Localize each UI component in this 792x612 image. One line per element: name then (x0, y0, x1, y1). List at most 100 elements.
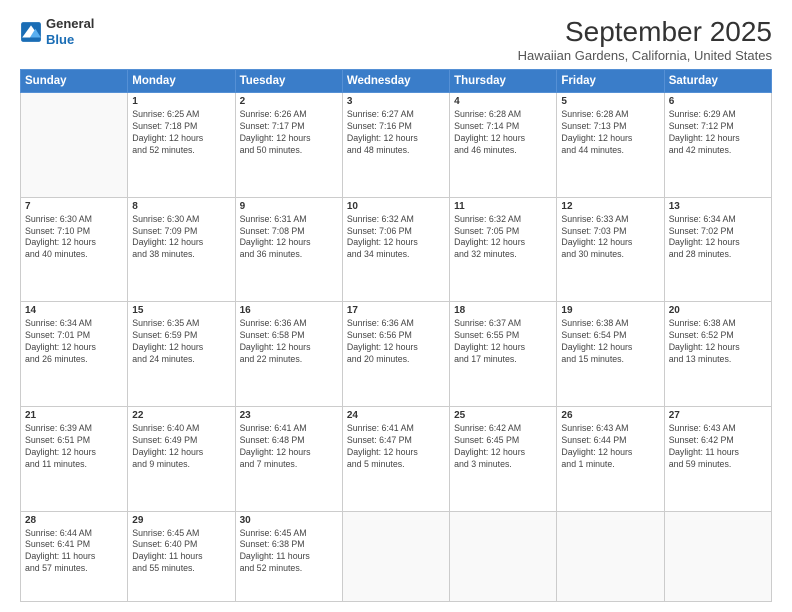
day-number: 10 (347, 201, 445, 212)
cell-sun-info: Sunrise: 6:28 AM Sunset: 7:14 PM Dayligh… (454, 109, 552, 157)
week-row-4: 21Sunrise: 6:39 AM Sunset: 6:51 PM Dayli… (21, 406, 772, 511)
calendar-cell: 6 Sunrise: 6:29 AM Sunset: 7:12 PM Daylig… (664, 93, 771, 198)
weekday-header-monday: Monday (128, 70, 235, 93)
day-number: 6 (669, 96, 767, 107)
calendar-cell: 15 Sunrise: 6:35 AM Sunset: 6:59 PM Dayli… (128, 302, 235, 407)
month-title: September 2025 (518, 16, 772, 48)
day-number: 25 (454, 410, 552, 421)
calendar-cell: 10 Sunrise: 6:32 AM Sunset: 7:06 PM Dayli… (342, 197, 449, 302)
cell-sun-info: Sunrise: 6:28 AM Sunset: 7:13 PM Dayligh… (561, 109, 659, 157)
weekday-header-tuesday: Tuesday (235, 70, 342, 93)
cell-sun-info: Sunrise: 6:33 AM Sunset: 7:03 PM Dayligh… (561, 214, 659, 262)
logo-icon (20, 21, 42, 43)
week-row-2: 7 Sunrise: 6:30 AM Sunset: 7:10 PM Daylig… (21, 197, 772, 302)
calendar-cell (342, 511, 449, 601)
day-number: 1 (132, 96, 230, 107)
page: General Blue September 2025 Hawaiian Gar… (0, 0, 792, 612)
logo-general: General (46, 16, 94, 32)
calendar-cell: 7 Sunrise: 6:30 AM Sunset: 7:10 PM Daylig… (21, 197, 128, 302)
cell-sun-info: Sunrise: 6:38 AM Sunset: 6:52 PM Dayligh… (669, 318, 767, 366)
day-number: 14 (25, 305, 123, 316)
calendar-table: SundayMondayTuesdayWednesdayThursdayFrid… (20, 69, 772, 602)
cell-sun-info: Sunrise: 6:30 AM Sunset: 7:09 PM Dayligh… (132, 214, 230, 262)
cell-sun-info: Sunrise: 6:29 AM Sunset: 7:12 PM Dayligh… (669, 109, 767, 157)
calendar-cell: 11Sunrise: 6:32 AM Sunset: 7:05 PM Dayli… (450, 197, 557, 302)
day-number: 8 (132, 201, 230, 212)
day-number: 15 (132, 305, 230, 316)
day-number: 30 (240, 515, 338, 526)
calendar-cell: 19Sunrise: 6:38 AM Sunset: 6:54 PM Dayli… (557, 302, 664, 407)
day-number: 23 (240, 410, 338, 421)
day-number: 18 (454, 305, 552, 316)
weekday-header-row: SundayMondayTuesdayWednesdayThursdayFrid… (21, 70, 772, 93)
cell-sun-info: Sunrise: 6:41 AM Sunset: 6:47 PM Dayligh… (347, 423, 445, 471)
week-row-1: 1 Sunrise: 6:25 AM Sunset: 7:18 PM Daylig… (21, 93, 772, 198)
calendar-cell: 16Sunrise: 6:36 AM Sunset: 6:58 PM Dayli… (235, 302, 342, 407)
calendar-cell: 18 Sunrise: 6:37 AM Sunset: 6:55 PM Dayli… (450, 302, 557, 407)
cell-sun-info: Sunrise: 6:43 AM Sunset: 6:42 PM Dayligh… (669, 423, 767, 471)
cell-sun-info: Sunrise: 6:36 AM Sunset: 6:56 PM Dayligh… (347, 318, 445, 366)
day-number: 5 (561, 96, 659, 107)
cell-sun-info: Sunrise: 6:35 AM Sunset: 6:59 PM Dayligh… (132, 318, 230, 366)
calendar-cell (21, 93, 128, 198)
cell-sun-info: Sunrise: 6:34 AM Sunset: 7:01 PM Dayligh… (25, 318, 123, 366)
cell-sun-info: Sunrise: 6:43 AM Sunset: 6:44 PM Dayligh… (561, 423, 659, 471)
cell-sun-info: Sunrise: 6:41 AM Sunset: 6:48 PM Dayligh… (240, 423, 338, 471)
cell-sun-info: Sunrise: 6:42 AM Sunset: 6:45 PM Dayligh… (454, 423, 552, 471)
calendar-cell: 21Sunrise: 6:39 AM Sunset: 6:51 PM Dayli… (21, 406, 128, 511)
cell-sun-info: Sunrise: 6:32 AM Sunset: 7:06 PM Dayligh… (347, 214, 445, 262)
day-number: 4 (454, 96, 552, 107)
calendar-cell (450, 511, 557, 601)
calendar-cell: 14 Sunrise: 6:34 AM Sunset: 7:01 PM Dayli… (21, 302, 128, 407)
calendar-cell (664, 511, 771, 601)
day-number: 26 (561, 410, 659, 421)
logo-area: General Blue (20, 16, 94, 47)
day-number: 3 (347, 96, 445, 107)
calendar-cell: 3 Sunrise: 6:27 AM Sunset: 7:16 PM Daylig… (342, 93, 449, 198)
weekday-header-friday: Friday (557, 70, 664, 93)
cell-sun-info: Sunrise: 6:27 AM Sunset: 7:16 PM Dayligh… (347, 109, 445, 157)
title-area: September 2025 Hawaiian Gardens, Califor… (518, 16, 772, 63)
cell-sun-info: Sunrise: 6:26 AM Sunset: 7:17 PM Dayligh… (240, 109, 338, 157)
calendar-cell: 24 Sunrise: 6:41 AM Sunset: 6:47 PM Dayli… (342, 406, 449, 511)
day-number: 7 (25, 201, 123, 212)
calendar-cell: 5 Sunrise: 6:28 AM Sunset: 7:13 PM Daylig… (557, 93, 664, 198)
cell-sun-info: Sunrise: 6:34 AM Sunset: 7:02 PM Dayligh… (669, 214, 767, 262)
cell-sun-info: Sunrise: 6:25 AM Sunset: 7:18 PM Dayligh… (132, 109, 230, 157)
calendar-cell: 4 Sunrise: 6:28 AM Sunset: 7:14 PM Daylig… (450, 93, 557, 198)
calendar-cell: 30 Sunrise: 6:45 AM Sunset: 6:38 PM Dayli… (235, 511, 342, 601)
calendar-cell: 2Sunrise: 6:26 AM Sunset: 7:17 PM Daylig… (235, 93, 342, 198)
day-number: 22 (132, 410, 230, 421)
calendar-cell: 12 Sunrise: 6:33 AM Sunset: 7:03 PM Dayli… (557, 197, 664, 302)
calendar-cell: 23 Sunrise: 6:41 AM Sunset: 6:48 PM Dayli… (235, 406, 342, 511)
week-row-5: 28Sunrise: 6:44 AM Sunset: 6:41 PM Dayli… (21, 511, 772, 601)
cell-sun-info: Sunrise: 6:45 AM Sunset: 6:38 PM Dayligh… (240, 528, 338, 576)
calendar-cell (557, 511, 664, 601)
header: General Blue September 2025 Hawaiian Gar… (20, 16, 772, 63)
calendar-cell: 22Sunrise: 6:40 AM Sunset: 6:49 PM Dayli… (128, 406, 235, 511)
calendar-cell: 1 Sunrise: 6:25 AM Sunset: 7:18 PM Daylig… (128, 93, 235, 198)
calendar-cell: 25 Sunrise: 6:42 AM Sunset: 6:45 PM Dayli… (450, 406, 557, 511)
week-row-3: 14 Sunrise: 6:34 AM Sunset: 7:01 PM Dayli… (21, 302, 772, 407)
day-number: 19 (561, 305, 659, 316)
day-number: 29 (132, 515, 230, 526)
calendar-cell: 28Sunrise: 6:44 AM Sunset: 6:41 PM Dayli… (21, 511, 128, 601)
calendar-cell: 17 Sunrise: 6:36 AM Sunset: 6:56 PM Dayli… (342, 302, 449, 407)
day-number: 17 (347, 305, 445, 316)
cell-sun-info: Sunrise: 6:30 AM Sunset: 7:10 PM Dayligh… (25, 214, 123, 262)
location: Hawaiian Gardens, California, United Sta… (518, 48, 772, 63)
cell-sun-info: Sunrise: 6:37 AM Sunset: 6:55 PM Dayligh… (454, 318, 552, 366)
weekday-header-sunday: Sunday (21, 70, 128, 93)
day-number: 12 (561, 201, 659, 212)
logo-blue: Blue (46, 32, 94, 48)
day-number: 24 (347, 410, 445, 421)
cell-sun-info: Sunrise: 6:44 AM Sunset: 6:41 PM Dayligh… (25, 528, 123, 576)
cell-sun-info: Sunrise: 6:36 AM Sunset: 6:58 PM Dayligh… (240, 318, 338, 366)
calendar-cell: 20Sunrise: 6:38 AM Sunset: 6:52 PM Dayli… (664, 302, 771, 407)
logo-text: General Blue (46, 16, 94, 47)
calendar-cell: 29Sunrise: 6:45 AM Sunset: 6:40 PM Dayli… (128, 511, 235, 601)
cell-sun-info: Sunrise: 6:32 AM Sunset: 7:05 PM Dayligh… (454, 214, 552, 262)
day-number: 27 (669, 410, 767, 421)
day-number: 9 (240, 201, 338, 212)
weekday-header-saturday: Saturday (664, 70, 771, 93)
